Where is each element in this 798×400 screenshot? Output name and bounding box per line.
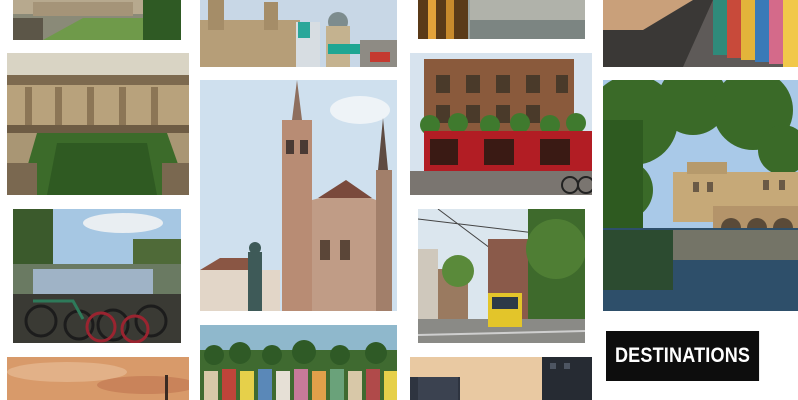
photo-roman-baths	[7, 53, 189, 195]
photo-beach-huts	[603, 0, 798, 67]
photo-tram-street	[418, 209, 585, 343]
destinations-banner: DESTINATIONS	[606, 331, 760, 381]
photo-canal-bicycles	[13, 209, 181, 343]
photo-river-bridge-bath	[603, 80, 798, 311]
photo-colorful-hillside-town	[200, 325, 397, 400]
photo-sunset-sky	[7, 357, 189, 400]
photo-city-skyline-dusk	[410, 357, 592, 400]
photo-campus-lawn	[13, 0, 181, 40]
photo-dublin-pub	[410, 53, 592, 195]
photo-gothic-church	[200, 80, 397, 311]
photo-liverpool-waterfront	[200, 0, 397, 67]
photo-harbor-steps	[418, 0, 585, 39]
